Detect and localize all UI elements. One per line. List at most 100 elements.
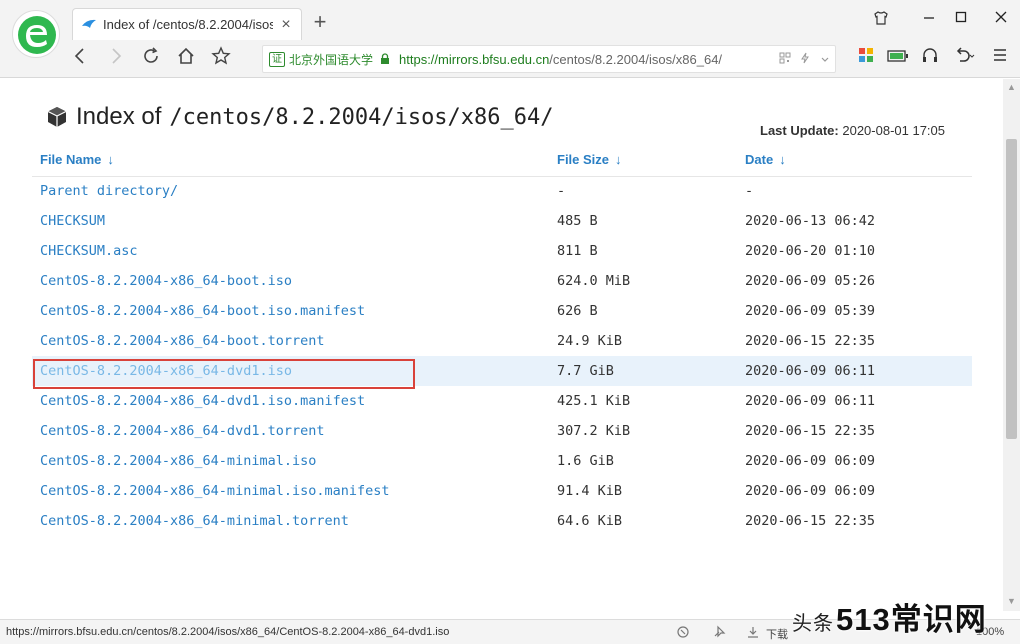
browser-logo-icon [12,10,60,58]
file-size: 1.6 GiB [557,453,614,469]
table-row: CHECKSUM 485 B 2020-06-13 06:42 [32,206,972,236]
title-prefix: Index of [76,103,162,130]
tab-favicon-icon [82,19,96,28]
lightning-icon[interactable] [795,52,815,67]
file-size: - [557,183,566,200]
file-link[interactable]: CentOS-8.2.2004-x86_64-minimal.torrent [40,513,349,529]
status-refresh-icon[interactable] [676,625,690,642]
header-date-label: Date [745,152,774,168]
page-title: Index of /centos/8.2.2004/isos/x86_64/ [46,103,554,131]
file-date: 2020-06-09 05:26 [745,273,876,289]
package-cube-icon [47,107,67,127]
file-listing-table: File Name ↓ File Size ↓ Date ↓ Parent direc… [32,144,972,536]
file-link[interactable]: CentOS-8.2.2004-x86_64-dvd1.torrent [40,423,324,439]
sort-by-date-header[interactable]: Date ↓ [737,144,972,177]
header-size-label: File Size [557,152,610,168]
file-link[interactable]: CentOS-8.2.2004-x86_64-boot.iso.manifest [40,303,365,319]
sort-arrow-icon: ↓ [779,152,786,168]
headphones-icon[interactable] [918,46,942,70]
file-date: 2020-06-13 06:42 [745,213,876,229]
scrollbar-thumb[interactable] [1006,139,1017,439]
file-link[interactable]: CHECKSUM [40,213,105,229]
vertical-scrollbar[interactable]: ▲ ▼ [1003,79,1020,611]
file-date: 2020-06-09 06:09 [745,483,876,499]
file-link[interactable]: CentOS-8.2.2004-x86_64-dvd1.iso.manifest [40,393,365,409]
sort-by-size-header[interactable]: File Size ↓ [549,144,737,177]
file-date: - [745,183,754,200]
file-link[interactable]: CentOS-8.2.2004-x86_64-boot.iso [40,273,292,289]
table-row: CentOS-8.2.2004-x86_64-dvd1.torrent 307.2… [32,416,972,446]
close-window-icon[interactable] [990,10,1012,28]
qr-code-icon[interactable] [775,52,795,67]
address-bar[interactable]: 证 北京外国语大学 https://mirrors.bfsu.edu.cn /c… [262,45,836,73]
highlight-annotation-box [33,359,415,389]
shirt-skin-icon[interactable] [870,10,892,28]
certificate-indicator[interactable]: 证 北京外国语大学 [269,51,373,68]
minimize-icon[interactable] [918,10,940,28]
file-link[interactable]: Parent directory/ [40,183,178,199]
cert-org: 北京外国语大学 [289,52,374,67]
file-link[interactable]: CHECKSUM.asc [40,243,138,259]
table-row: Parent directory/ - - [32,176,972,206]
sort-arrow-icon: ↓ [107,152,114,168]
battery-icon[interactable] [886,46,910,70]
table-row: CentOS-8.2.2004-x86_64-minimal.iso 1.6 Gi… [32,446,972,476]
site-watermark: 头条513常识网 [792,594,987,639]
tab-close-icon[interactable]: × [279,16,293,32]
table-row: CentOS-8.2.2004-x86_64-minimal.torrent 64… [32,506,972,536]
forward-icon[interactable] [104,46,128,70]
undo-icon[interactable] [952,46,976,70]
file-date: 2020-06-09 05:39 [745,303,876,319]
favorite-star-icon[interactable] [209,46,233,70]
table-row: CHECKSUM.asc 811 B 2020-06-20 01:10 [32,236,972,266]
file-date: 2020-06-15 22:35 [745,423,876,439]
last-update-label: Last Update: [760,123,839,138]
menu-icon[interactable] [988,46,1012,70]
last-update-value: 2020-08-01 17:05 [842,123,946,138]
new-tab-button[interactable]: + [310,11,330,33]
download-label[interactable]: 下载 [766,626,788,642]
watermark-prefix: 头条 [792,613,834,635]
table-row: CentOS-8.2.2004-x86_64-minimal.iso.manif… [32,476,972,506]
status-link-url: https://mirrors.bfsu.edu.cn/centos/8.2.2… [6,626,450,638]
table-row: CentOS-8.2.2004-x86_64-boot.iso 624.0 MiB… [32,266,972,296]
file-date: 2020-06-15 22:35 [745,513,876,529]
url-host: https://mirrors.bfsu.edu.cn [399,51,550,67]
file-size: 624.0 MiB [557,273,631,289]
scroll-up-icon[interactable]: ▲ [1006,82,1017,94]
maximize-icon[interactable] [950,10,972,28]
file-size: 626 B [557,303,598,319]
file-link[interactable]: CentOS-8.2.2004-x86_64-boot.torrent [40,333,324,349]
file-link[interactable]: CentOS-8.2.2004-x86_64-minimal.iso [40,453,316,469]
cert-badge: 证 [269,51,285,67]
back-icon[interactable] [68,46,92,70]
watermark-text: 513常识网 [836,602,987,637]
file-size: 811 B [557,243,598,259]
status-pin-icon[interactable] [712,625,726,642]
header-name-label: File Name [40,152,102,168]
home-icon[interactable] [174,46,198,70]
file-link[interactable]: CentOS-8.2.2004-x86_64-minimal.iso.manif… [40,483,390,499]
file-size: 91.4 KiB [557,483,623,499]
file-date: 2020-06-09 06:11 [745,393,876,409]
table-row: CentOS-8.2.2004-x86_64-boot.torrent 24.9 … [32,326,972,356]
apps-grid-icon[interactable] [854,46,878,70]
lock-icon [381,53,390,64]
file-date: 2020-06-09 06:09 [745,453,876,469]
last-update: Last Update: 2020-08-01 17:05 [760,123,945,138]
table-row: CentOS-8.2.2004-x86_64-boot.iso.manifest… [32,296,972,326]
download-icon[interactable] [746,625,760,642]
refresh-icon[interactable] [139,46,163,70]
scroll-down-icon[interactable]: ▼ [1006,596,1017,608]
file-date: 2020-06-09 06:11 [737,356,972,386]
address-dropdown-icon[interactable] [815,52,835,67]
browser-chrome: Index of /centos/8.2.2004/isos × + 证 北京外… [0,0,1020,78]
file-date: 2020-06-20 01:10 [745,243,876,259]
file-size: 307.2 KiB [557,423,631,439]
title-path: /centos/8.2.2004/isos/x86_64/ [169,104,554,130]
page-content: Index of /centos/8.2.2004/isos/x86_64/ L… [0,79,1003,611]
file-size: 485 B [557,213,598,229]
browser-tab[interactable]: Index of /centos/8.2.2004/isos × [72,8,302,40]
sort-by-name-header[interactable]: File Name ↓ [32,144,549,177]
tab-title: Index of /centos/8.2.2004/isos [103,17,273,32]
